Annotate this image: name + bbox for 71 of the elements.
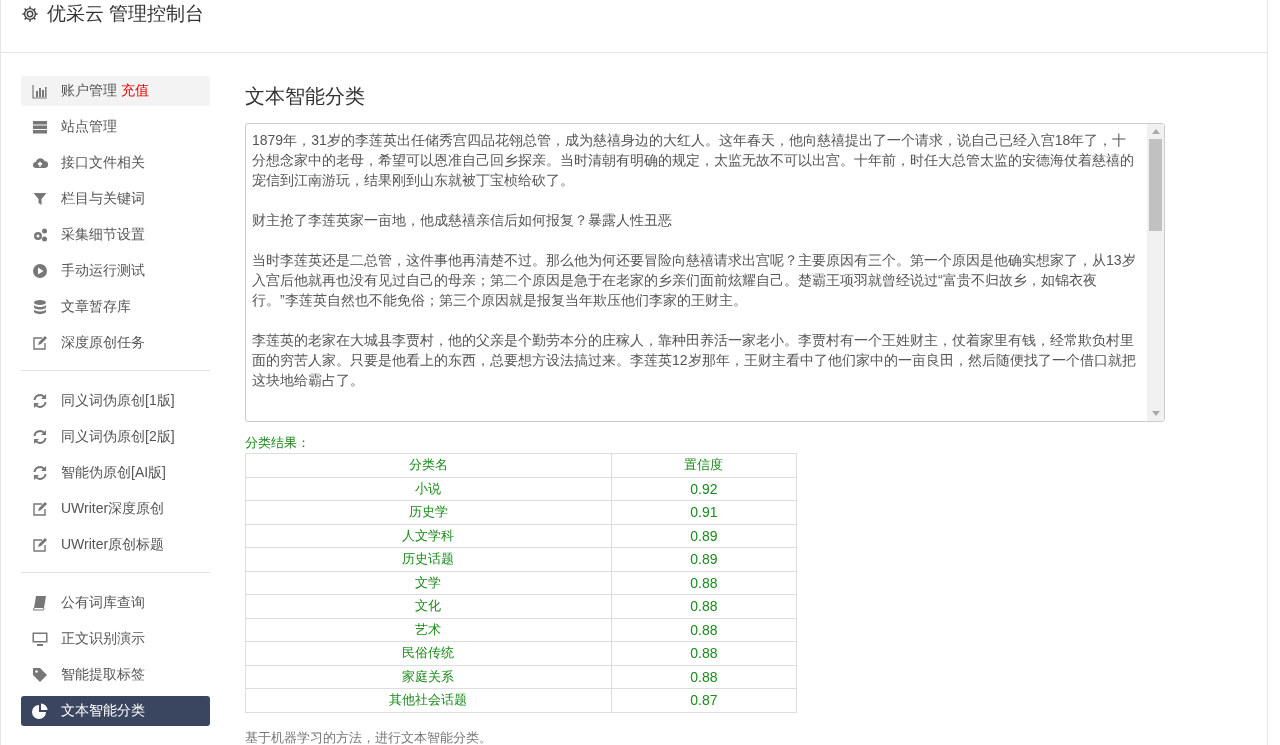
- scroll-down-icon[interactable]: [1151, 411, 1160, 416]
- table-cell: 民俗传统: [245, 641, 612, 665]
- edit-icon: [32, 335, 48, 351]
- tag-icon: [32, 667, 48, 683]
- column-header: 置信度: [611, 453, 797, 477]
- table-cell: 0.88: [611, 618, 797, 642]
- column-header: 分类名: [245, 453, 612, 477]
- bars-icon: [32, 83, 48, 99]
- table-cell: 0.88: [611, 571, 797, 595]
- sync-icon: [32, 465, 48, 481]
- edit-icon: [32, 501, 48, 517]
- table-cell: 0.88: [611, 594, 797, 618]
- table-cell: 历史学: [245, 500, 612, 524]
- table-cell: 其他社会话题: [245, 688, 612, 712]
- recharge-link[interactable]: 充值: [121, 82, 149, 100]
- sync-icon: [32, 429, 48, 445]
- table-cell: 0.88: [611, 641, 797, 665]
- text-area[interactable]: [245, 123, 1165, 422]
- paragraph: 李莲英的老家在大城县李贾村，他的父亲是个勤劳本分的庄稼人，靠种田养活一家老小。李贾村有一个王姓财主，仗着家里有钱，经常欺负村里面的穷苦人家。只要是他看上的东西，总要想方设法搞过来。李莲英12岁那年，王财主看中了他们家中的一亩良田，然后随便找了一个借口就把这块地给霸占了。: [252, 331, 1137, 390]
- edit-icon: [32, 537, 48, 553]
- server-icon: [32, 119, 48, 135]
- sidebar-item[interactable]: UWriter深度原创: [21, 494, 210, 524]
- gears-icon: [32, 227, 48, 243]
- scrollbar-thumb[interactable]: [1149, 139, 1162, 231]
- sidebar-item[interactable]: 手动运行测试: [21, 256, 210, 286]
- sidebar-item[interactable]: UWriter原创标题: [21, 530, 210, 560]
- sidebar-item[interactable]: 站点管理: [21, 112, 210, 142]
- sidebar-item[interactable]: 同义词伪原创[2版]: [21, 422, 210, 452]
- console-title: 优采云 管理控制台: [47, 4, 205, 24]
- table-cell: 家庭关系: [245, 665, 612, 689]
- table-cell: 文学: [245, 571, 612, 595]
- filter-icon: [32, 191, 48, 207]
- table-cell: 0.87: [611, 688, 797, 712]
- sidebar-item[interactable]: 智能伪原创[AI版]: [21, 458, 210, 488]
- sidebar-item[interactable]: 正文识别演示: [21, 624, 210, 654]
- table-cell: 0.92: [611, 477, 797, 501]
- sidebar-item[interactable]: 接口文件相关: [21, 148, 210, 178]
- description-text: 基于机器学习的方法，进行文本智能分类。: [245, 728, 493, 745]
- sidebar-item[interactable]: 深度原创任务: [21, 328, 210, 358]
- paragraph: 1879年，31岁的李莲英出任储秀宫四品花翎总管，成为慈禧身边的大红人。这年春天，他向慈禧提出了一个请求，说自己已经入宫18年了，十分想念家中的老母，希望可以恩准自己回乡探亲。当时清朝有明确的规定，太监无故不可以出宫。十年前，时任大总管太监的安德海仗着慈禧的宠信到江南游玩，结果刚到山东就被丁宝桢给砍了。: [252, 131, 1135, 190]
- sync-icon: [32, 393, 48, 409]
- monitor-icon: [32, 631, 48, 647]
- scrollbar[interactable]: [1147, 124, 1164, 421]
- pie-icon: [32, 703, 48, 719]
- table-cell: 0.89: [611, 524, 797, 548]
- paragraph: 财主抢了李莲英家一亩地，他成慈禧亲信后如何报复？暴露人性丑恶: [252, 211, 673, 230]
- sidebar-item[interactable]: 账户管理 充值: [21, 76, 210, 106]
- table-cell: 0.88: [611, 665, 797, 689]
- page-title: 文本智能分类: [245, 84, 366, 108]
- sidebar-item[interactable]: 采集细节设置: [21, 220, 210, 250]
- table-cell: 历史话题: [245, 547, 612, 571]
- table-cell: 艺术: [245, 618, 612, 642]
- table-cell: 人文学科: [245, 524, 612, 548]
- sidebar-item[interactable]: 公有词库查询: [21, 588, 210, 618]
- play-icon: [32, 263, 48, 279]
- table-cell: 0.89: [611, 547, 797, 571]
- settings-icon: [21, 5, 39, 23]
- sidebar-item[interactable]: 同义词伪原创[1版]: [21, 386, 210, 416]
- sidebar-item[interactable]: 文章暂存库: [21, 292, 210, 322]
- table-cell: 0.91: [611, 500, 797, 524]
- table-cell: 文化: [245, 594, 612, 618]
- result-label: 分类结果：: [245, 434, 311, 452]
- table-cell: 小说: [245, 477, 612, 501]
- sidebar-item[interactable]: 栏目与关键词: [21, 184, 210, 214]
- paragraph: 当时李莲英还是二总管，这件事他再清楚不过。那么他为何还要冒险向慈禧请求出宫呢？主要原因有三个。第一个原因是他确实想家了，从13岁入宫后他就再也没有见过自己的母亲；第二个原因是急于在老家的乡亲们面前炫耀自己。楚霸王项羽就曾经说过“富贵不归故乡，如锦衣夜行。”李莲英自然也不能免俗；第三个原因就是报复当年欺压他们李家的王财主。: [252, 251, 1137, 310]
- sidebar-item[interactable]: 智能提取标签: [21, 660, 210, 690]
- book-icon: [32, 595, 48, 611]
- scroll-up-icon[interactable]: [1151, 129, 1160, 134]
- cloud-icon: [32, 155, 48, 171]
- sidebar-item[interactable]: 文本智能分类: [21, 696, 210, 726]
- db-icon: [32, 299, 48, 315]
